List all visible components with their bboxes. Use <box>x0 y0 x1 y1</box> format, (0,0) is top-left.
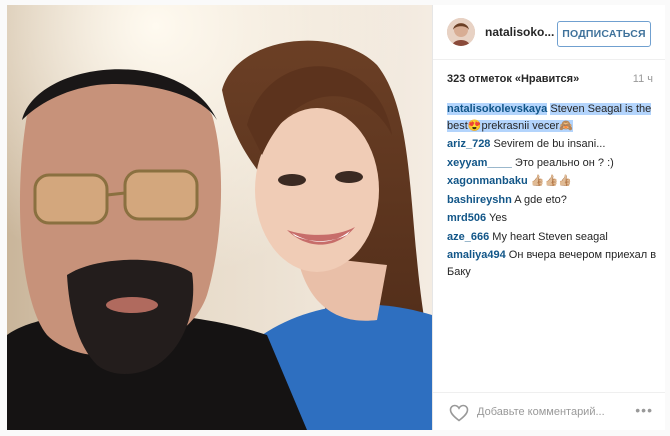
comment-text: Yes <box>489 212 507 224</box>
comment-username[interactable]: amaliya494 <box>447 249 506 261</box>
avatar-image <box>447 18 475 46</box>
follow-button[interactable]: ПОДПИСАТЬСЯ <box>557 21 651 47</box>
comment-text: 👍🏼👍🏼👍🏼 <box>530 175 572 187</box>
comment-username[interactable]: natalisokolevskaya <box>447 103 548 115</box>
comments-list: natalisokolevskaya Steven Seagal is the … <box>447 101 657 282</box>
comment-item: mrd506 Yes <box>447 210 657 227</box>
comment-username[interactable]: mrd506 <box>447 212 486 224</box>
comment-item: amaliya494 Он вчера вечером приехал в Ба… <box>447 247 657 280</box>
comment-item: aze_666 My heart Steven seagal <box>447 229 657 246</box>
comment-username[interactable]: xeyyam____ <box>447 157 512 169</box>
comment-item: bashireyshn A gde eto? <box>447 192 657 209</box>
comment-username[interactable]: ariz_728 <box>447 138 490 150</box>
comment-item: xeyyam____ Это реально он ? :) <box>447 155 657 172</box>
post-username[interactable]: natalisokо... <box>485 25 554 39</box>
comment-item: xagonmanbaku 👍🏼👍🏼👍🏼 <box>447 173 657 190</box>
comment-bar: Добавьте комментарий... ••• <box>433 392 665 431</box>
selfie-image <box>7 5 432 430</box>
heart-outline-icon[interactable] <box>449 404 469 427</box>
avatar[interactable] <box>447 18 475 46</box>
ellipsis-icon[interactable]: ••• <box>635 402 653 418</box>
post-time[interactable]: 11 ч <box>633 73 653 85</box>
comment-username[interactable]: aze_666 <box>447 231 489 243</box>
comment-username[interactable]: xagonmanbaku <box>447 175 528 187</box>
add-comment-input[interactable]: Добавьте комментарий... <box>477 406 605 418</box>
post-header: natalisokо... ПОДПИСАТЬСЯ <box>433 5 665 60</box>
comment-text: Это реально он ? :) <box>514 156 614 169</box>
comment-text: My heart Steven seagal <box>492 230 608 243</box>
comment-text: A gde eto? <box>514 193 567 206</box>
comment-text: Sevirem de bu insani... <box>493 138 606 150</box>
likes-count[interactable]: 323 отметок «Нравится» <box>447 73 579 85</box>
post-frame: natalisokо... ПОДПИСАТЬСЯ 323 отметок «Н… <box>0 0 670 436</box>
comment-item: natalisokolevskaya Steven Seagal is the … <box>447 101 657 134</box>
post-sidebar: natalisokо... ПОДПИСАТЬСЯ 323 отметок «Н… <box>432 5 665 430</box>
comment-item: ariz_728 Sevirem de bu insani... <box>447 136 657 153</box>
comment-username[interactable]: bashireyshn <box>447 194 512 206</box>
post-photo[interactable] <box>7 5 432 430</box>
